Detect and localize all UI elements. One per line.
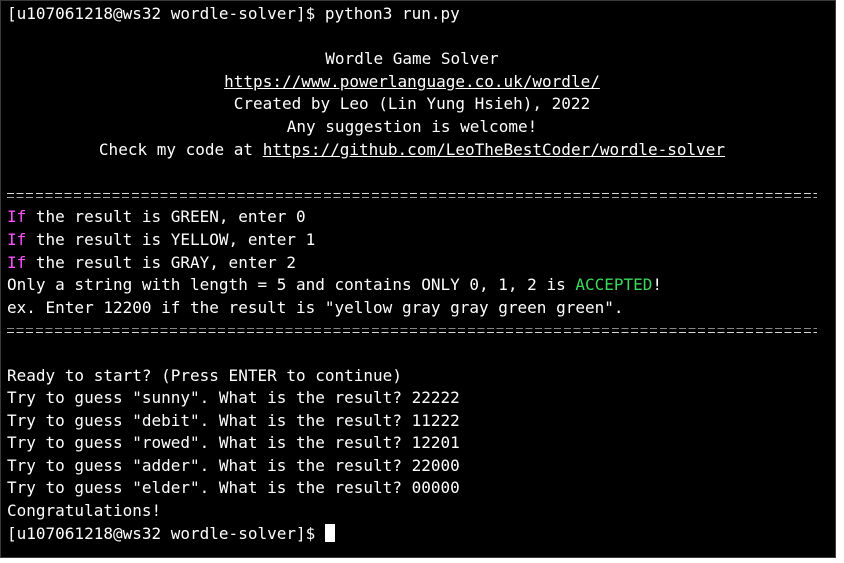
if-keyword: If (7, 207, 27, 227)
example-line: ex. Enter 12200 if the result is "yellow… (7, 297, 624, 317)
congratulations-line: Congratulations! (7, 501, 162, 521)
rule-yellow-text: the result is YELLOW, enter 1 (26, 229, 316, 249)
text-cursor (324, 523, 335, 542)
banner-title: Wordle Game Solver (325, 49, 499, 69)
guess-line: Try to guess "sunny". What is the result… (7, 388, 460, 408)
rule-gray-line: If the result is GRAY, enter 2 (7, 252, 835, 275)
rule-green-line: If the result is GREEN, enter 0 (7, 206, 835, 229)
banner-code-line: Check my code at https://github.com/LeoT… (7, 139, 817, 162)
guess-line: Try to guess "adder". What is the result… (7, 455, 460, 475)
command-line: [u107061218@ws32 wordle-solver]$ python3… (7, 3, 835, 26)
guess-line: Try to guess "rowed". What is the result… (7, 433, 460, 453)
wordle-link[interactable]: https://www.powerlanguage.co.uk/wordle/ (224, 72, 600, 91)
separator-bottom (7, 319, 835, 342)
prompt-text: [u107061218@ws32 wordle-solver]$ (7, 4, 316, 23)
prompt-text: [u107061218@ws32 wordle-solver]$ (7, 523, 316, 543)
code-prefix: Check my code at (98, 139, 263, 159)
terminal-window[interactable]: [u107061218@ws32 wordle-solver]$ python3… (0, 0, 836, 558)
rule-green-text: the result is GREEN, enter 0 (26, 207, 306, 227)
if-keyword: If (7, 229, 27, 249)
guess-line: Try to guess "elder". What is the result… (7, 478, 460, 498)
command-text: python3 run.py (324, 4, 460, 23)
ready-line: Ready to start? (Press ENTER to continue… (7, 365, 402, 385)
rule-gray-text: the result is GRAY, enter 2 (26, 252, 296, 272)
accept-suffix: ! (652, 275, 663, 295)
banner-credit: Created by Leo (Lin Yung Hsieh), 2022 (233, 94, 591, 114)
rule-yellow-line: If the result is YELLOW, enter 1 (7, 229, 835, 252)
github-link[interactable]: https://github.com/LeoTheBestCoder/wordl… (263, 140, 725, 159)
accepted-word: ACCEPTED (575, 275, 653, 295)
if-keyword: If (7, 252, 27, 272)
final-prompt-line[interactable]: [u107061218@ws32 wordle-solver]$ (7, 523, 835, 546)
separator-top (7, 184, 835, 207)
accept-prefix: Only a string with length = 5 and contai… (7, 275, 576, 295)
banner-suggestion: Any suggestion is welcome! (286, 116, 538, 136)
guess-line: Try to guess "debit". What is the result… (7, 410, 460, 430)
accept-line: Only a string with length = 5 and contai… (7, 274, 835, 297)
banner-url-line: https://www.powerlanguage.co.uk/wordle/ (7, 71, 817, 94)
